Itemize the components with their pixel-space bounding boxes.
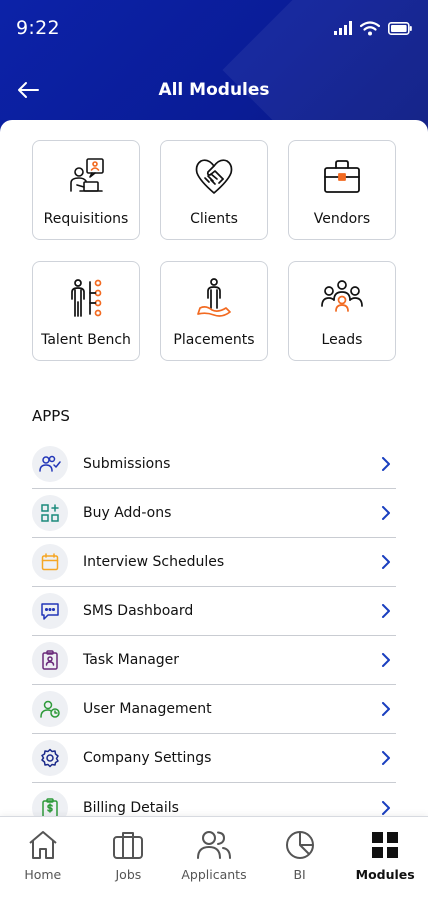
module-label: Talent Bench — [41, 332, 131, 348]
requisitions-icon — [64, 155, 108, 199]
app-label: Company Settings — [83, 750, 212, 766]
back-button[interactable] — [12, 74, 44, 106]
module-label: Clients — [190, 211, 238, 227]
nav-item-bi[interactable]: BI — [260, 829, 340, 900]
apps-list: Submissions Buy Add-ons Interview Schedu… — [32, 440, 396, 832]
app-label: Buy Add-ons — [83, 505, 172, 521]
modules-grid: Requisitions Clients Vendors Talent Benc… — [32, 140, 396, 361]
chevron-right-icon — [378, 456, 394, 472]
chevron-right-icon — [378, 652, 394, 668]
module-card-placements[interactable]: Placements — [160, 261, 268, 361]
arrow-left-icon — [18, 82, 39, 98]
nav-item-modules[interactable]: Modules — [345, 829, 425, 900]
briefcase-icon — [320, 155, 364, 199]
app-item-submissions[interactable]: Submissions — [32, 440, 396, 489]
nav-label: Home — [24, 867, 62, 882]
nav-item-jobs[interactable]: Jobs — [88, 829, 168, 900]
briefcase-icon — [111, 829, 145, 861]
nav-label: Jobs — [115, 867, 142, 882]
module-label: Vendors — [313, 211, 371, 227]
module-card-clients[interactable]: Clients — [160, 140, 268, 240]
app-item-sms-dashboard[interactable]: SMS Dashboard — [32, 587, 396, 636]
chevron-right-icon — [378, 505, 394, 521]
signal-icon — [334, 21, 352, 35]
chevron-right-icon — [378, 603, 394, 619]
bottom-nav: Home Jobs Applicants BI Modules — [0, 816, 428, 900]
chevron-right-icon — [378, 701, 394, 717]
module-label: Leads — [321, 332, 363, 348]
wifi-icon — [360, 20, 380, 35]
home-icon — [26, 829, 60, 861]
app-label: Billing Details — [83, 799, 179, 816]
apps-section-title: APPS — [32, 407, 70, 425]
grid-icon — [368, 829, 402, 861]
module-label: Requisitions — [43, 211, 129, 227]
nav-label: Applicants — [181, 867, 247, 882]
status-time: 9:22 — [16, 17, 60, 39]
module-card-talent-bench[interactable]: Talent Bench — [32, 261, 140, 361]
pie-chart-icon — [283, 829, 317, 861]
gear-icon — [32, 740, 68, 776]
title-bar: All Modules — [0, 70, 428, 110]
app-item-user-management[interactable]: User Management — [32, 685, 396, 734]
app-label: User Management — [83, 701, 212, 717]
chat-icon — [32, 593, 68, 629]
chevron-right-icon — [378, 800, 394, 816]
chevron-right-icon — [378, 554, 394, 570]
nav-label: BI — [293, 867, 306, 882]
chevron-right-icon — [378, 750, 394, 766]
app-label: SMS Dashboard — [83, 603, 194, 619]
placement-icon — [192, 276, 236, 320]
user-clock-icon — [32, 691, 68, 727]
app-item-company-settings[interactable]: Company Settings — [32, 734, 396, 783]
module-card-requisitions[interactable]: Requisitions — [32, 140, 140, 240]
content-sheet: Requisitions Clients Vendors Talent Benc… — [0, 120, 428, 900]
module-card-leads[interactable]: Leads — [288, 261, 396, 361]
nav-item-applicants[interactable]: Applicants — [174, 829, 254, 900]
module-card-vendors[interactable]: Vendors — [288, 140, 396, 240]
nav-item-home[interactable]: Home — [3, 829, 83, 900]
header: 9:22 All Modules — [0, 0, 428, 140]
calendar-icon — [32, 544, 68, 580]
app-item-buy-add-ons[interactable]: Buy Add-ons — [32, 489, 396, 538]
add-grid-icon — [32, 495, 68, 531]
app-label: Interview Schedules — [83, 554, 225, 570]
nav-label: Modules — [355, 867, 415, 882]
app-item-task-manager[interactable]: Task Manager — [32, 636, 396, 685]
app-label: Submissions — [83, 456, 171, 472]
users-icon — [196, 829, 231, 861]
status-bar: 9:22 — [0, 0, 428, 56]
page-title: All Modules — [158, 80, 270, 100]
handshake-icon — [192, 155, 236, 199]
group-icon — [320, 276, 364, 320]
talent-bench-icon — [64, 276, 108, 320]
battery-icon — [388, 21, 412, 35]
clipboard-user-icon — [32, 642, 68, 678]
module-label: Placements — [173, 332, 255, 348]
app-item-interview-schedules[interactable]: Interview Schedules — [32, 538, 396, 587]
users-check-icon — [32, 446, 68, 482]
app-label: Task Manager — [83, 652, 180, 668]
status-icons — [334, 20, 412, 36]
